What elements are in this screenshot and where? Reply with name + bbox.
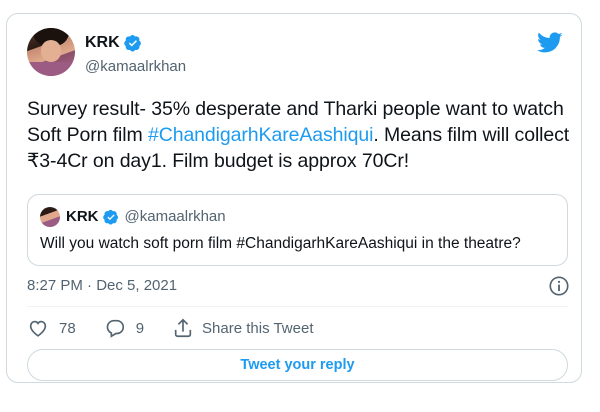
share-button[interactable]: Share this Tweet	[172, 317, 313, 339]
like-button[interactable]: 78	[27, 317, 76, 339]
author-handle[interactable]: @kamaalrkhan	[85, 58, 186, 75]
tweet-hashtag-link[interactable]: #ChandigarhKareAashiqui	[148, 124, 373, 146]
divider	[27, 306, 568, 307]
like-count: 78	[59, 319, 76, 337]
quoted-display-name: KRK	[66, 208, 99, 225]
verified-badge-icon	[102, 209, 118, 225]
author-name-row[interactable]: KRK	[85, 34, 142, 52]
tweet-actions: 78 9 Share this Tweet	[27, 317, 341, 339]
tweet-your-reply-button[interactable]: Tweet your reply	[27, 349, 568, 381]
tweet-text: Survey result- 35% desperate and Tharki …	[27, 96, 572, 174]
info-icon[interactable]	[548, 275, 570, 297]
avatar[interactable]	[27, 28, 75, 76]
tweet-timestamp[interactable]: 8:27 PM · Dec 5, 2021	[27, 277, 177, 294]
quoted-tweet[interactable]: KRK @kamaalrkhan Will you watch soft por…	[27, 194, 568, 266]
reply-button[interactable]: 9	[104, 317, 144, 339]
quoted-handle: @kamaalrkhan	[124, 208, 226, 225]
quoted-tweet-header: KRK @kamaalrkhan	[66, 208, 226, 225]
twitter-bird-icon[interactable]	[537, 32, 563, 54]
reply-count: 9	[135, 319, 145, 337]
share-label: Share this Tweet	[202, 319, 314, 337]
quoted-tweet-text: Will you watch soft porn film #Chandigar…	[40, 235, 521, 252]
verified-badge-icon	[123, 34, 141, 52]
author-display-name[interactable]: KRK	[85, 34, 120, 52]
quoted-avatar	[40, 207, 60, 227]
reply-bubble-icon	[106, 319, 124, 338]
share-icon	[174, 318, 192, 338]
heart-icon	[29, 320, 47, 337]
tweet-card: KRK @kamaalrkhan Survey result- 35% desp…	[6, 13, 582, 383]
